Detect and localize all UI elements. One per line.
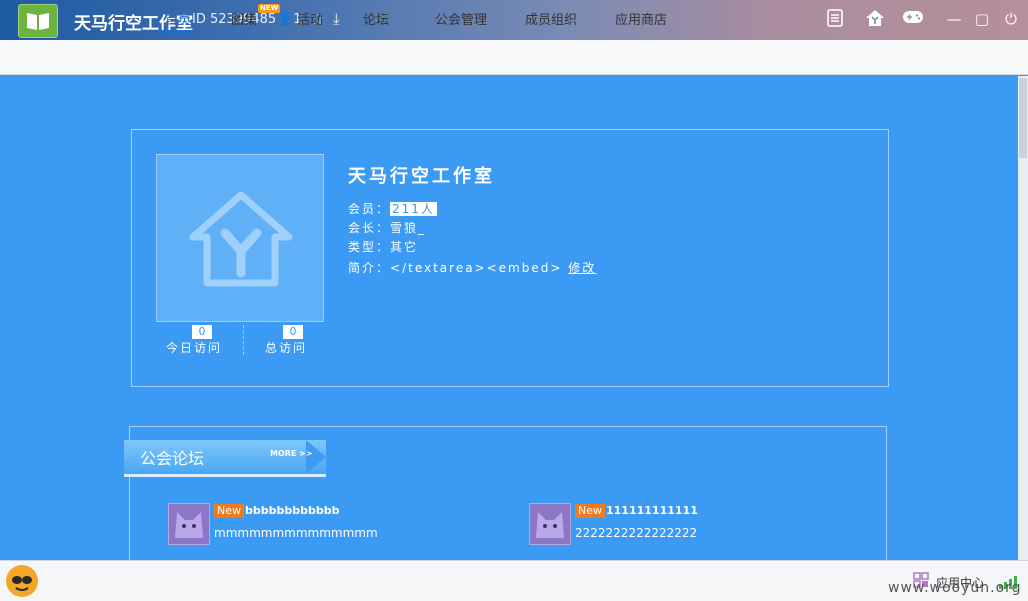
- power-icon[interactable]: ⏻: [1000, 9, 1022, 29]
- members-label: 会员：: [348, 202, 391, 216]
- maximize-icon[interactable]: ▢: [971, 9, 993, 29]
- edit-link[interactable]: 修改: [568, 261, 596, 275]
- leader-row: 会长：雪狼_: [348, 219, 426, 236]
- download-icon[interactable]: ⤓: [333, 10, 340, 28]
- new-tag: New: [575, 504, 605, 518]
- notes-icon[interactable]: [824, 9, 846, 29]
- app-logo: [18, 4, 58, 38]
- total-visits-value: 0: [283, 325, 303, 339]
- total-visits-label: 总访问: [265, 341, 308, 355]
- leader-label: 会长：: [348, 221, 391, 235]
- post-thumbnail[interactable]: [529, 503, 571, 545]
- new-badge: NEW: [258, 4, 281, 13]
- nav-activity[interactable]: 活动: [297, 9, 323, 28]
- nav-home[interactable]: 首页: [165, 9, 191, 28]
- nav-gallery[interactable]: 图集: [231, 9, 257, 28]
- intro-label: 简介：: [348, 261, 391, 275]
- today-visits-value: 0: [192, 325, 212, 339]
- stat-divider: [243, 325, 245, 355]
- members-row: 会员： 211人: [348, 200, 437, 217]
- minimize-icon[interactable]: —: [943, 9, 965, 29]
- nav-guild-manage[interactable]: 公会管理: [435, 9, 487, 28]
- post-subtitle: mmmmmmmmmmmmmm: [214, 526, 378, 540]
- more-link[interactable]: MORE >>: [270, 449, 313, 458]
- nav-app-store[interactable]: 应用商店: [615, 9, 667, 28]
- group-name: 天马行空工作室: [348, 166, 495, 187]
- user-avatar[interactable]: [6, 565, 38, 597]
- house-y-icon: [189, 191, 293, 287]
- nav-forum[interactable]: 论坛: [363, 9, 389, 28]
- group-avatar: [156, 154, 324, 322]
- watermark: www.wooyun.org: [888, 580, 1022, 596]
- scrollbar-thumb[interactable]: [1019, 78, 1027, 158]
- members-value: 211人: [390, 202, 437, 216]
- type-row: 类型：其它: [348, 238, 418, 255]
- forum-title: 公会论坛: [140, 449, 205, 468]
- today-visits-label: 今日访问: [166, 341, 223, 355]
- type-label: 类型：: [348, 240, 391, 254]
- new-tag: New: [214, 504, 244, 518]
- nav-members[interactable]: 成员组织: [525, 9, 577, 28]
- post-title[interactable]: 111111111111: [606, 504, 698, 517]
- nav-bar: [0, 40, 1028, 75]
- gamepad-icon[interactable]: [902, 9, 924, 29]
- house-y-icon[interactable]: [864, 9, 886, 29]
- type-value: 其它: [390, 240, 419, 254]
- intro-value: </textarea><embed>: [390, 261, 563, 275]
- nav-active-indicator: [158, 30, 196, 33]
- post-title[interactable]: bbbbbbbbbbbb: [245, 504, 340, 517]
- post-subtitle: 2222222222222222: [575, 526, 698, 540]
- intro-row: 简介：</textarea><embed> 修改: [348, 259, 596, 276]
- leader-value: 雪狼_: [390, 221, 427, 235]
- post-thumbnail[interactable]: [168, 503, 210, 545]
- person-icon: 👤: [277, 12, 294, 27]
- bottom-bar: [0, 560, 1028, 601]
